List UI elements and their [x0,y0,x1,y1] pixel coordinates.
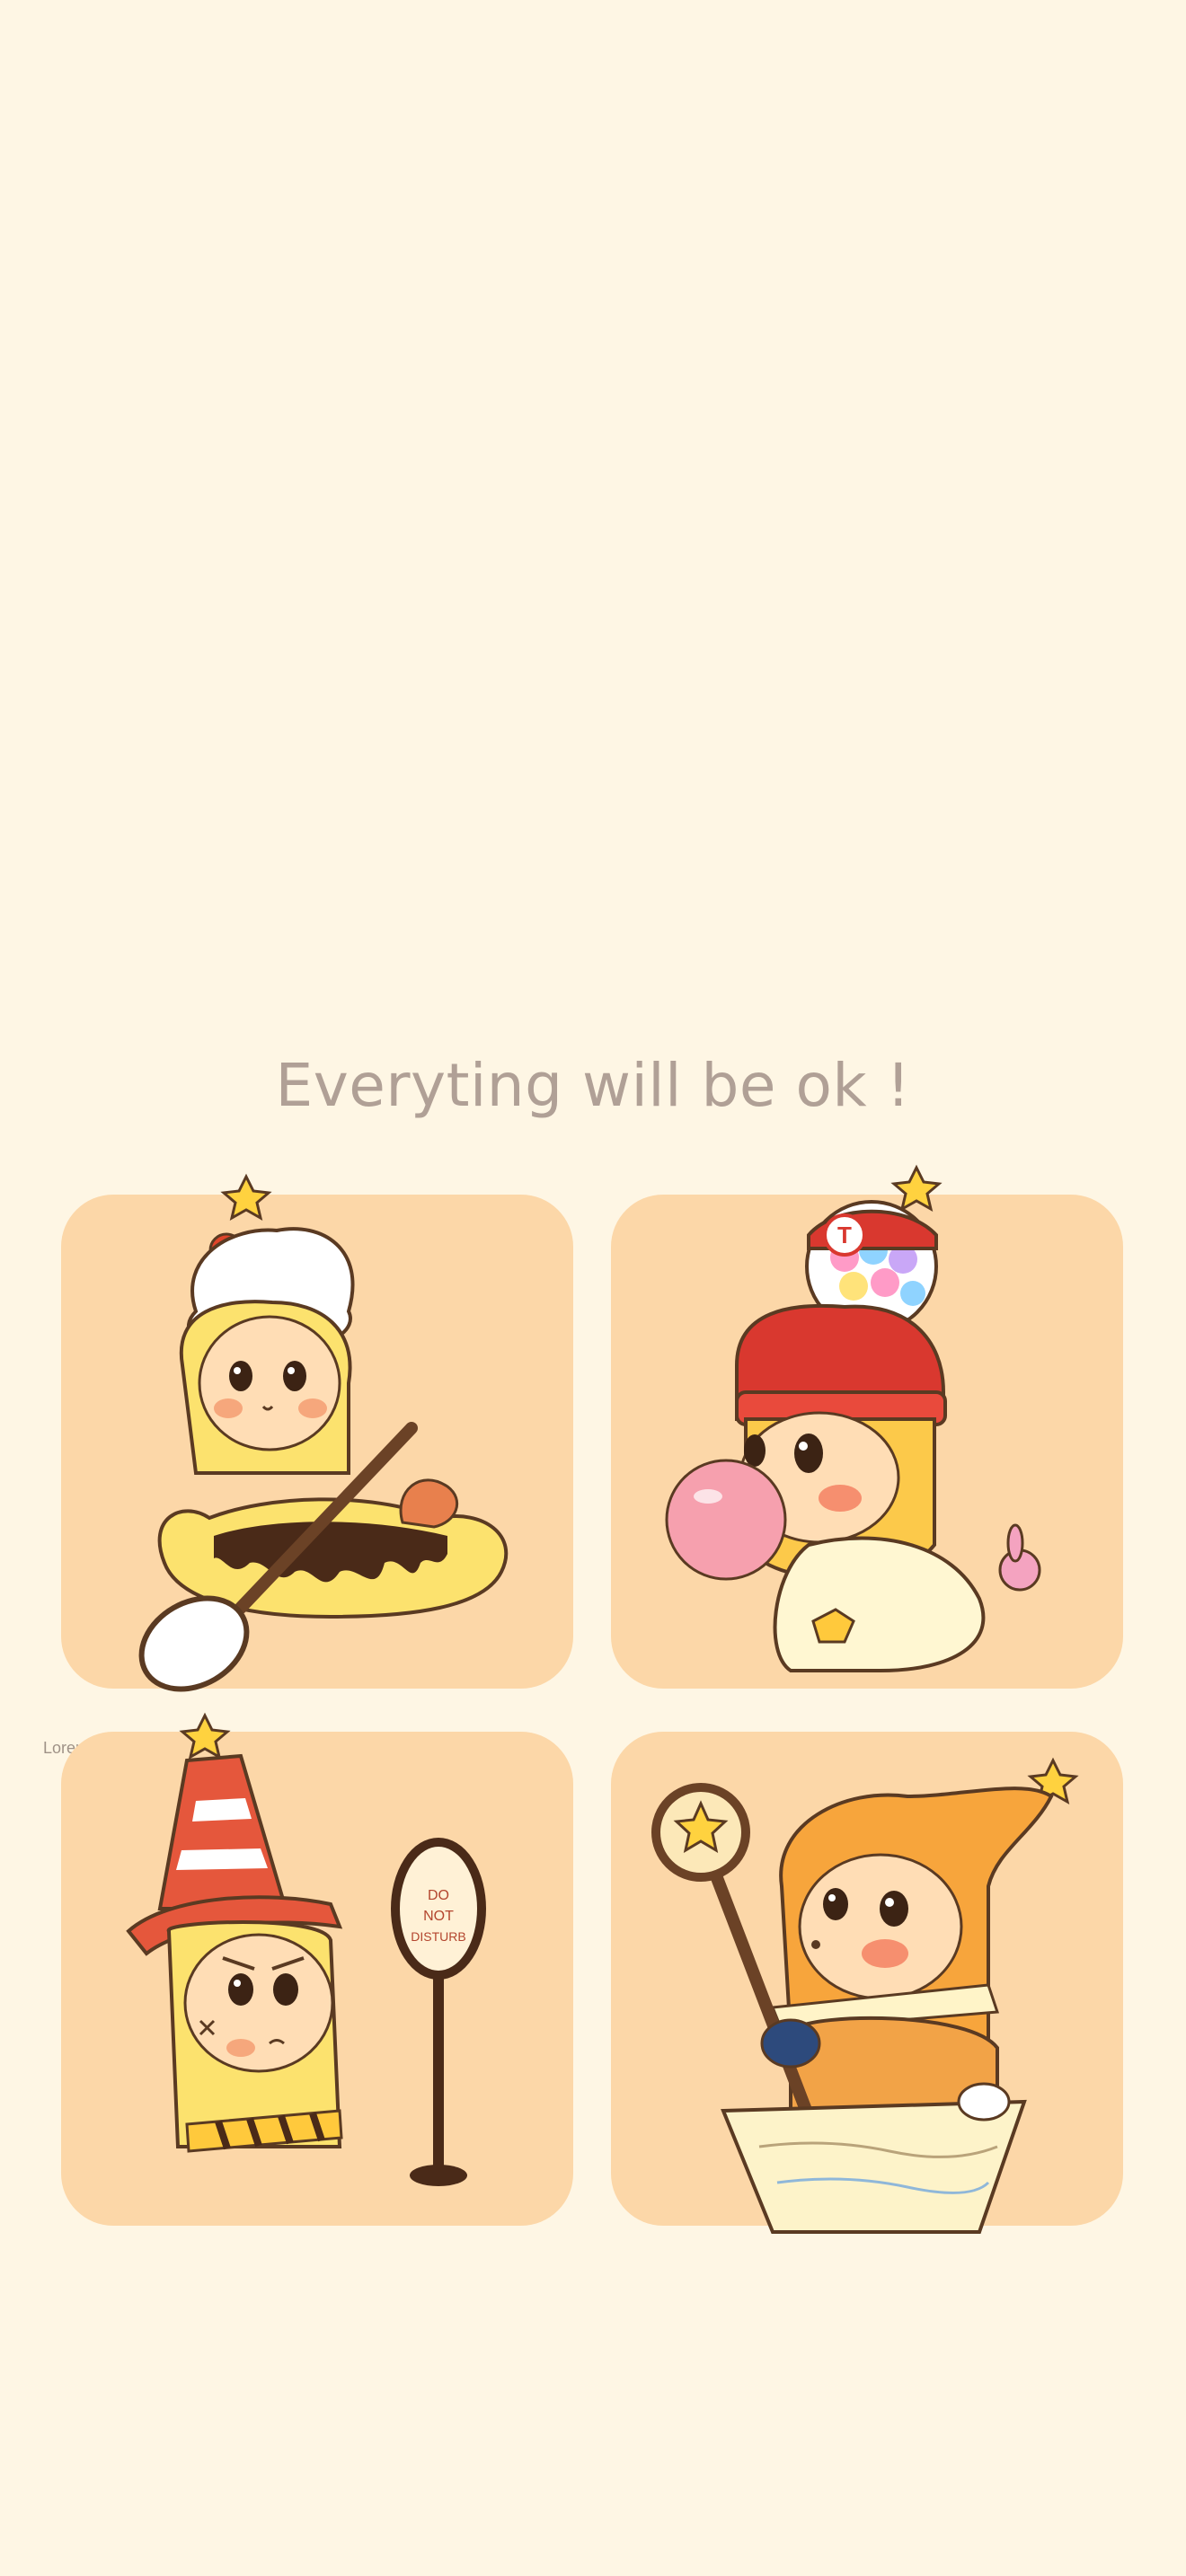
sign-text-line3: DISTURB [411,1929,465,1944]
sign-text-line1: DO [428,1888,449,1903]
gumball-badge: T [837,1222,852,1248]
do-not-disturb-character-illustration: DO NOT DISTURB [126,1712,486,2186]
wallpaper-headline: Everyting will be ok ! [275,1051,911,1120]
chef-character-illustration [138,1173,509,1692]
sign-text-line2: NOT [423,1909,454,1924]
star-catcher-character-illustration [651,1757,1079,2234]
gumball-character-illustration: T [665,1164,1041,1672]
